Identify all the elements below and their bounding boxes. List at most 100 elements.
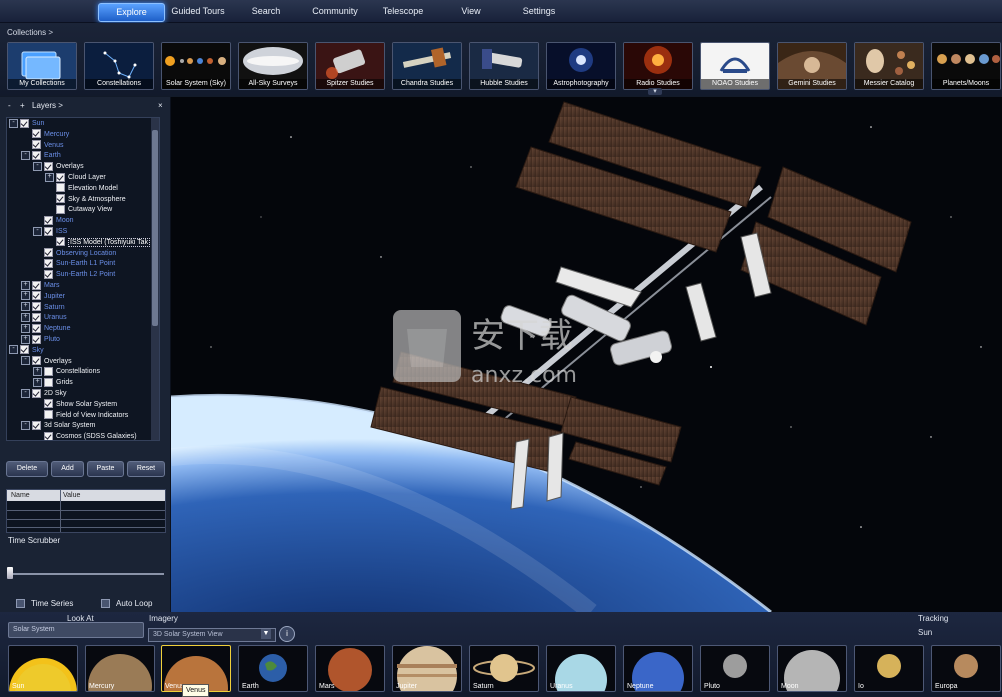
layer-row[interactable]: + Neptune: [21, 323, 70, 334]
planet-mars[interactable]: Mars: [315, 645, 385, 692]
collapse-icon[interactable]: -: [33, 161, 42, 171]
collapse-icon[interactable]: -: [9, 345, 18, 355]
menu-search[interactable]: Search: [243, 3, 289, 20]
layer-row[interactable]: + Uranus: [21, 312, 67, 323]
auto-loop-toggle[interactable]: Auto Loop: [101, 599, 152, 609]
menu-community[interactable]: Community: [305, 3, 365, 20]
collapse-icon[interactable]: -: [21, 356, 30, 366]
paste-button[interactable]: Paste: [87, 461, 124, 477]
layer-checkbox[interactable]: [56, 194, 65, 204]
collection-solar-system-sky[interactable]: Solar System (Sky): [161, 42, 231, 90]
layer-row[interactable]: Field of View Indicators: [33, 410, 128, 421]
layer-row[interactable]: + Constellations: [33, 366, 100, 377]
layer-row[interactable]: - Sun: [9, 118, 44, 129]
layer-checkbox[interactable]: [20, 118, 29, 128]
layer-row[interactable]: - 3d Solar System: [21, 420, 95, 431]
layers-title[interactable]: Layers >: [32, 101, 63, 110]
menu-settings[interactable]: Settings: [516, 3, 562, 20]
layer-row[interactable]: Observing Location: [33, 248, 116, 259]
layer-checkbox[interactable]: [32, 140, 41, 150]
layer-row[interactable]: ISS Model (Toshiyuki Tak: [45, 237, 151, 248]
menu-guided-tours[interactable]: Guided Tours: [166, 3, 230, 20]
layer-row[interactable]: Elevation Model: [45, 183, 118, 194]
collection-astrophotography[interactable]: Astrophotography: [546, 42, 616, 90]
collection-my-collections[interactable]: My Collections: [7, 42, 77, 90]
layer-checkbox[interactable]: [44, 399, 53, 409]
layer-row[interactable]: Moon: [33, 215, 74, 226]
layer-row[interactable]: + Mars: [21, 280, 60, 291]
planet-jupiter[interactable]: Jupiter: [392, 645, 462, 692]
collection-gemini-studies[interactable]: Gemini Studies: [777, 42, 847, 90]
layer-checkbox[interactable]: [32, 388, 41, 398]
planet-pluto[interactable]: Pluto: [700, 645, 770, 692]
layer-row[interactable]: + Grids: [33, 377, 73, 388]
collapse-all-icon[interactable]: -: [8, 101, 11, 110]
layer-checkbox[interactable]: [32, 323, 41, 333]
collection-all-sky-surveys[interactable]: All-Sky Surveys: [238, 42, 308, 90]
chevron-down-icon[interactable]: ▾: [648, 88, 662, 95]
delete-button[interactable]: Delete: [6, 461, 48, 477]
expand-icon[interactable]: +: [21, 313, 30, 323]
planet-uranus[interactable]: Uranus: [546, 645, 616, 692]
planet-mercury[interactable]: Mercury: [85, 645, 155, 692]
look-at-dropdown[interactable]: Solar System: [8, 622, 144, 638]
chevron-down-icon[interactable]: ▼: [261, 629, 271, 639]
checkbox[interactable]: [16, 599, 25, 609]
layer-checkbox[interactable]: [32, 129, 41, 139]
layer-row[interactable]: Venus: [21, 140, 63, 151]
layer-checkbox[interactable]: [56, 237, 65, 247]
layer-checkbox[interactable]: [32, 291, 41, 301]
collapse-icon[interactable]: -: [21, 388, 30, 398]
collection-planets-moons[interactable]: Planets/Moons: [931, 42, 1001, 90]
layer-row[interactable]: Sun-Earth L2 Point: [33, 269, 115, 280]
imagery-dropdown[interactable]: 3D Solar System View: [148, 628, 276, 642]
layer-row[interactable]: Mercury: [21, 129, 69, 140]
collapse-icon[interactable]: -: [9, 118, 18, 128]
layer-row[interactable]: Cutaway View: [45, 204, 112, 215]
planet-moon[interactable]: Moon: [777, 645, 847, 692]
layer-row[interactable]: + Jupiter: [21, 291, 65, 302]
collections-label[interactable]: Collections >: [7, 28, 53, 37]
menu-telescope[interactable]: Telescope: [376, 3, 430, 20]
layer-row[interactable]: - Earth: [21, 150, 61, 161]
sky-viewport[interactable]: 安下载 anxz.com: [171, 97, 1002, 612]
expand-icon[interactable]: +: [21, 323, 30, 333]
layer-row[interactable]: Cosmos (SDSS Galaxies): [33, 431, 137, 440]
planet-sun[interactable]: Sun: [8, 645, 78, 692]
layer-checkbox[interactable]: [32, 313, 41, 323]
layer-checkbox[interactable]: [32, 302, 41, 312]
expand-icon[interactable]: +: [33, 367, 42, 377]
collapse-icon[interactable]: -: [33, 226, 42, 236]
collection-hubble-studies[interactable]: Hubble Studies: [469, 42, 539, 90]
layer-row[interactable]: Show Solar System: [33, 399, 117, 410]
layer-checkbox[interactable]: [56, 205, 65, 215]
tree-scrollbar[interactable]: [151, 118, 159, 440]
layer-checkbox[interactable]: [32, 151, 41, 161]
reset-button[interactable]: Reset: [127, 461, 165, 477]
add-button[interactable]: Add: [51, 461, 84, 477]
name-column-header[interactable]: Name: [11, 490, 30, 501]
layer-checkbox[interactable]: [44, 269, 53, 279]
layer-checkbox[interactable]: [32, 421, 41, 431]
layer-checkbox[interactable]: [20, 345, 29, 355]
planet-neptune[interactable]: Neptune: [623, 645, 693, 692]
collection-noao-studies[interactable]: NOAO Studies: [700, 42, 770, 90]
layer-checkbox[interactable]: [44, 226, 53, 236]
layer-row[interactable]: - Overlays: [33, 161, 84, 172]
planet-saturn[interactable]: Saturn: [469, 645, 539, 692]
planet-earth[interactable]: Earth: [238, 645, 308, 692]
collection-constellations[interactable]: Constellations: [84, 42, 154, 90]
layer-row[interactable]: - Sky: [9, 345, 44, 356]
layer-checkbox[interactable]: [44, 431, 53, 440]
time-series-toggle[interactable]: Time Series: [16, 599, 73, 609]
planet-europa[interactable]: Europa: [931, 645, 1001, 692]
layer-checkbox[interactable]: [44, 377, 53, 387]
checkbox[interactable]: [101, 599, 110, 609]
layer-checkbox[interactable]: [44, 367, 53, 377]
time-scrubber-track[interactable]: [8, 573, 164, 575]
menu-view[interactable]: View: [452, 3, 490, 20]
layer-row[interactable]: + Pluto: [21, 334, 60, 345]
layer-row[interactable]: - ISS: [33, 226, 67, 237]
layer-row[interactable]: + Cloud Layer: [45, 172, 106, 183]
expand-icon[interactable]: +: [21, 302, 30, 312]
